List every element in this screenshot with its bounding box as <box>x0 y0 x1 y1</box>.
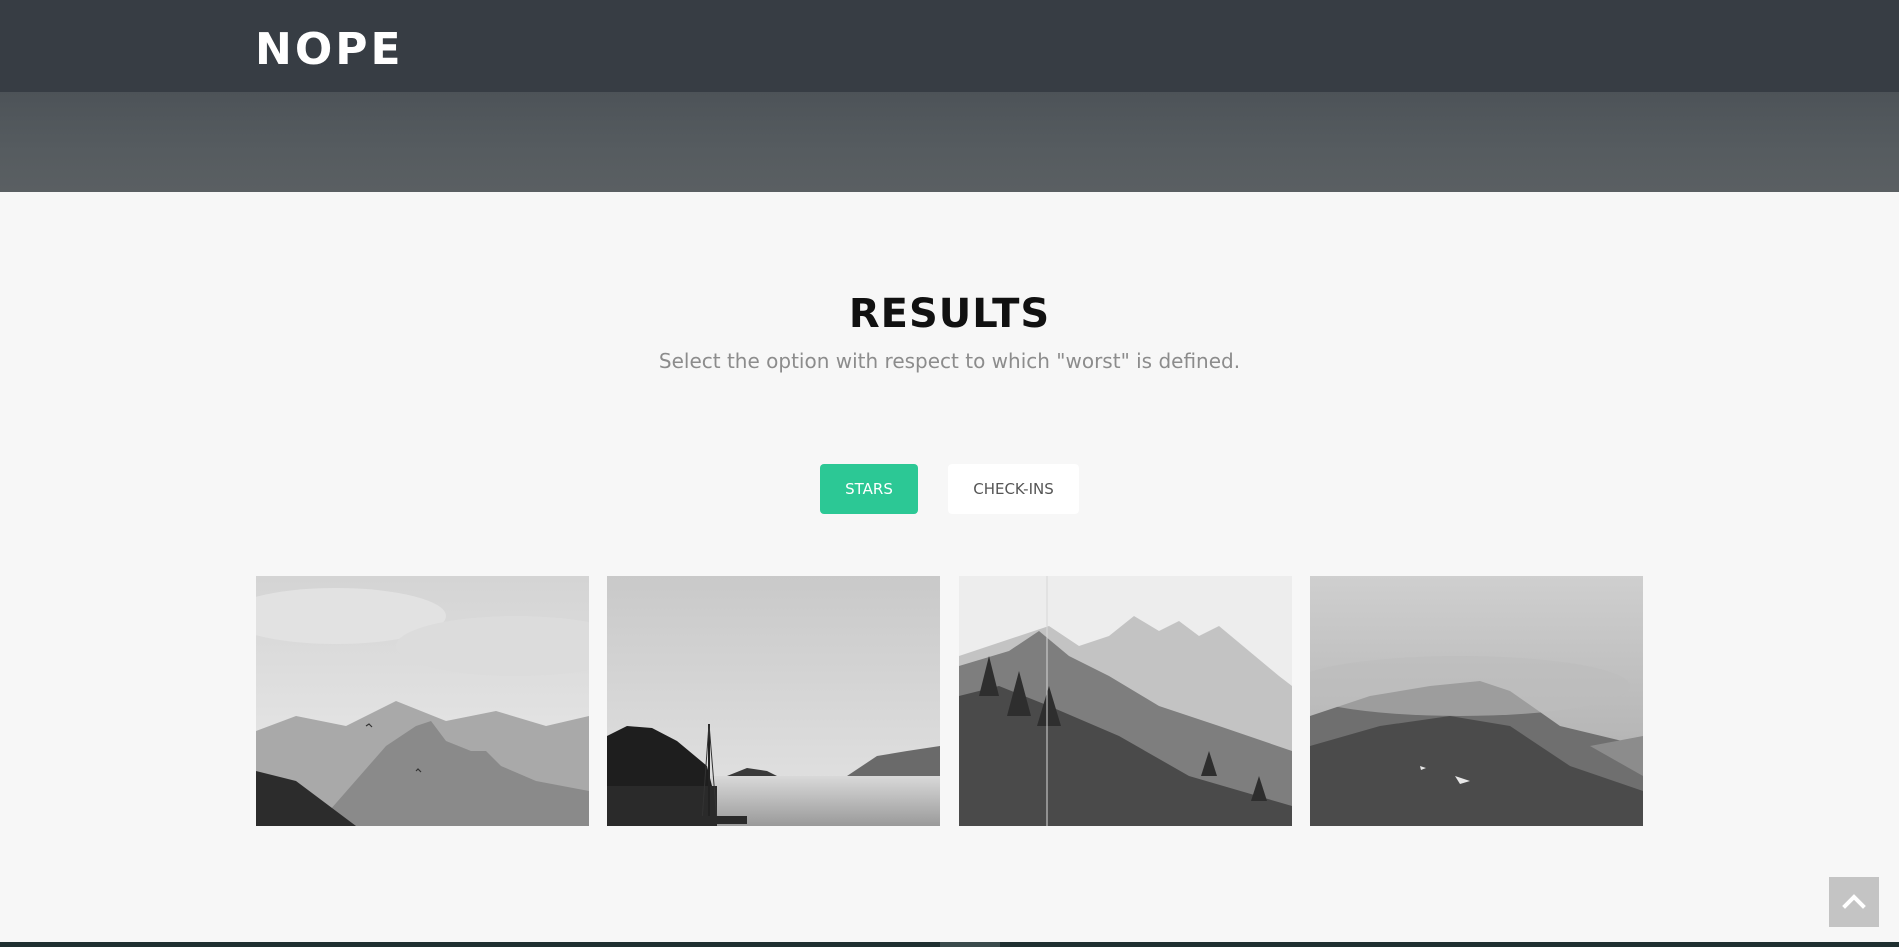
filter-check-ins-button[interactable]: CHECK-INS <box>948 464 1079 514</box>
filter-stars-button[interactable]: STARS <box>820 464 918 514</box>
navbar: NOPE <box>0 0 1899 92</box>
hero-banner <box>0 92 1899 192</box>
misty-mountain-photo <box>1310 576 1643 826</box>
gallery-image-1[interactable] <box>256 576 589 826</box>
section-subtitle: Select the option with respect to which … <box>658 349 1241 373</box>
gallery-image-3[interactable] <box>959 576 1292 826</box>
gallery-image-2[interactable] <box>607 576 940 826</box>
footer-tab <box>940 942 1000 947</box>
chevron-up-icon <box>1842 894 1866 909</box>
section-title: RESULTS <box>848 291 1051 337</box>
site-logo[interactable]: NOPE <box>255 28 404 72</box>
forest-mountain-photo <box>959 576 1292 826</box>
mountain-photo <box>256 576 589 826</box>
back-to-top-button[interactable] <box>1829 877 1879 927</box>
gallery-image-4[interactable] <box>1310 576 1643 826</box>
lake-photo <box>607 576 940 826</box>
